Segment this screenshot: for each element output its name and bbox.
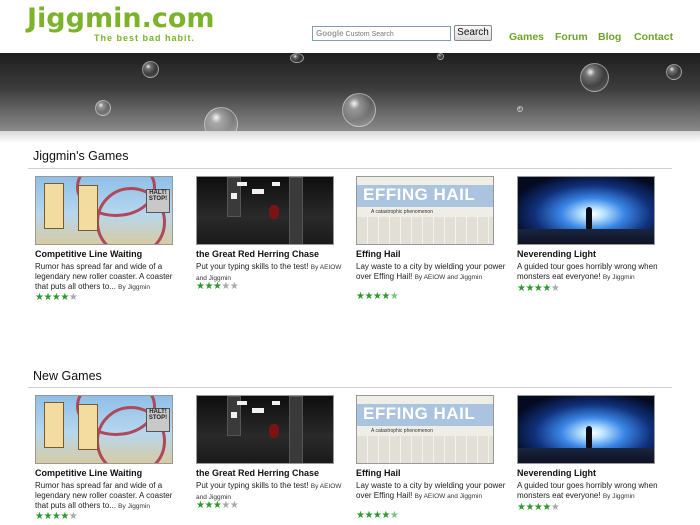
section-title-jiggmins-games: Jiggmin's Games: [33, 149, 129, 163]
star-rating: ★★★★★: [517, 502, 560, 513]
search-button[interactable]: Search: [454, 25, 492, 41]
bubble-decoration: [517, 106, 523, 112]
nav-blog[interactable]: Blog: [598, 31, 621, 43]
game-desc-text: A guided tour goes horribly wrong when m…: [517, 262, 658, 281]
game-author: By Jiggmin: [118, 284, 150, 291]
site-header: Jiggmin.com The best bad habit. Google C…: [0, 0, 700, 53]
game-title[interactable]: the Great Red Herring Chase: [196, 249, 319, 259]
game-desc-text: Rumor has spread far and wide of a legen…: [35, 262, 173, 291]
section-divider: [28, 387, 672, 388]
bubble-banner: [0, 53, 700, 131]
game-title[interactable]: the Great Red Herring Chase: [196, 468, 319, 478]
star-rating: ★★★★★: [35, 292, 78, 303]
game-title[interactable]: Effing Hail: [356, 249, 401, 259]
game-title[interactable]: Neverending Light: [517, 249, 596, 259]
game-author: By AEIOW and Jiggmin: [414, 493, 483, 500]
game-thumbnail[interactable]: [196, 395, 334, 464]
game-desc-text: Put your typing skills to the test!: [196, 481, 309, 490]
bubble-decoration: [342, 93, 376, 127]
game-thumbnail[interactable]: EFFING HAIL A catastrophic phenomenon: [356, 395, 494, 464]
thumbnail-subtitle: A catastrophic phenomenon: [371, 209, 433, 215]
star-rating: ★★★★★: [35, 511, 78, 522]
star-rating: ★★★★★: [356, 291, 399, 302]
game-title[interactable]: Competitive Line Waiting: [35, 249, 142, 259]
bubble-decoration: [666, 64, 682, 80]
game-thumbnail[interactable]: HALT! STOP!: [35, 176, 173, 245]
thumbnail-logo-text: EFFING HAIL: [363, 185, 476, 204]
logo-title: Jiggmin.com: [27, 3, 215, 34]
game-title[interactable]: Effing Hail: [356, 468, 401, 478]
game-desc-text: A guided tour goes horribly wrong when m…: [517, 481, 658, 500]
game-desc-text: Rumor has spread far and wide of a legen…: [35, 481, 173, 510]
section-title-new-games: New Games: [33, 369, 102, 383]
game-title[interactable]: Competitive Line Waiting: [35, 468, 142, 478]
search-input[interactable]: Google Custom Search: [312, 26, 451, 41]
game-author: By AEIOW and Jiggmin: [414, 274, 483, 281]
logo-tagline: The best bad habit.: [94, 33, 196, 43]
game-author: By Jiggmin: [602, 493, 635, 500]
game-title[interactable]: Neverending Light: [517, 468, 596, 478]
game-desc-text: Put your typing skills to the test!: [196, 262, 309, 271]
nav-forum[interactable]: Forum: [555, 31, 588, 43]
bubble-decoration: [437, 53, 444, 60]
game-description: A guided tour goes horribly wrong when m…: [517, 262, 669, 283]
site-logo[interactable]: Jiggmin.com The best bad habit.: [27, 3, 227, 47]
game-thumbnail[interactable]: HALT! STOP!: [35, 395, 173, 464]
game-author: By Jiggmin: [602, 274, 635, 281]
bubble-decoration: [204, 107, 238, 131]
banner-shadow: [0, 131, 700, 143]
star-rating: ★★★★★: [196, 281, 239, 292]
game-thumbnail[interactable]: EFFING HAIL A catastrophic phenomenon: [356, 176, 494, 245]
nav-games[interactable]: Games: [509, 31, 544, 43]
search-placeholder: Custom Search: [345, 31, 394, 38]
game-description: Lay waste to a city by wielding your pow…: [356, 262, 508, 283]
section-divider: [28, 168, 672, 169]
bubble-decoration: [580, 63, 609, 92]
game-author: By Jiggmin: [118, 503, 150, 510]
bubble-decoration: [290, 53, 304, 63]
game-description: Lay waste to a city by wielding your pow…: [356, 481, 508, 502]
thumbnail-logo-text: EFFING HAIL: [363, 404, 476, 423]
game-thumbnail[interactable]: [517, 176, 655, 245]
silhouette-figure: [586, 426, 592, 448]
silhouette-figure: [586, 207, 592, 229]
halt-stop-sign: HALT! STOP!: [146, 189, 170, 213]
star-rating: ★★★★★: [196, 500, 239, 511]
star-rating: ★★★★★: [356, 510, 399, 521]
bubble-decoration: [142, 61, 159, 78]
game-thumbnail[interactable]: [517, 395, 655, 464]
game-description: Rumor has spread far and wide of a legen…: [35, 262, 187, 293]
nav-contact[interactable]: Contact: [634, 31, 673, 43]
halt-stop-sign: HALT! STOP!: [146, 408, 170, 432]
game-description: A guided tour goes horribly wrong when m…: [517, 481, 669, 502]
bubble-decoration: [95, 100, 111, 116]
game-description: Rumor has spread far and wide of a legen…: [35, 481, 187, 512]
game-thumbnail[interactable]: [196, 176, 334, 245]
thumbnail-subtitle: A catastrophic phenomenon: [371, 428, 433, 434]
google-logo-text: Google: [316, 29, 344, 38]
star-rating: ★★★★★: [517, 283, 560, 294]
